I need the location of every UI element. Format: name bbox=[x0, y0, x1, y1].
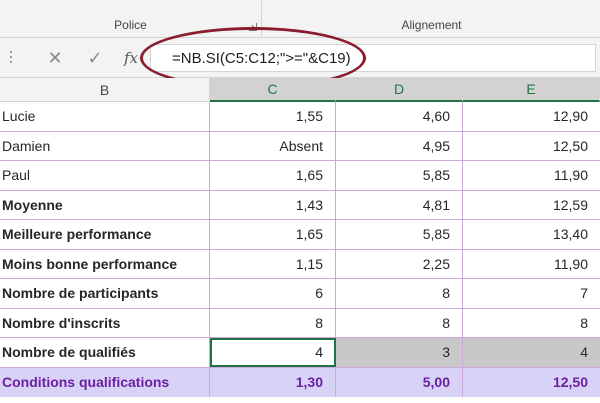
cell-label[interactable]: Lucie bbox=[0, 102, 210, 131]
selected-cell[interactable]: 4 bbox=[463, 338, 600, 367]
table-row: Nombre d'inscrits 8 8 8 bbox=[0, 308, 600, 338]
cell-c[interactable]: 8 bbox=[210, 308, 336, 337]
cell-c[interactable]: 1,30 bbox=[210, 367, 336, 397]
cell-c[interactable]: Absent bbox=[210, 131, 336, 160]
cell-d[interactable]: 4,81 bbox=[336, 190, 463, 219]
cell-e[interactable]: 8 bbox=[463, 309, 600, 338]
cell-e[interactable]: 11,90 bbox=[463, 161, 600, 190]
check-icon[interactable]: ✓ bbox=[82, 46, 108, 70]
column-header-b[interactable]: B bbox=[0, 78, 210, 102]
cell-d[interactable]: 5,85 bbox=[336, 220, 463, 249]
cell-label[interactable]: Conditions qualifications bbox=[0, 367, 210, 397]
cell-d[interactable]: 8 bbox=[336, 308, 463, 337]
table-row: Moins bonne performance 1,15 2,25 11,90 bbox=[0, 249, 600, 279]
table-row: Nombre de participants 6 8 7 bbox=[0, 279, 600, 309]
cell-label[interactable]: Nombre d'inscrits bbox=[0, 308, 210, 337]
cell-d[interactable]: 5,85 bbox=[336, 161, 463, 190]
cell-c[interactable]: 1,65 bbox=[210, 220, 336, 249]
cell-c[interactable]: 6 bbox=[210, 279, 336, 308]
formula-bar: ✕ ✓ fx =NB.SI(C5:C12;">="&C19) bbox=[0, 38, 600, 78]
table-row: Paul 1,65 5,85 11,90 bbox=[0, 161, 600, 191]
cell-d[interactable]: 4,60 bbox=[336, 102, 463, 131]
selected-cell[interactable]: 3 bbox=[336, 338, 463, 367]
cell-label[interactable]: Nombre de qualifiés bbox=[0, 338, 210, 367]
cell-label[interactable]: Meilleure performance bbox=[0, 220, 210, 249]
cell-e[interactable]: 13,40 bbox=[463, 220, 600, 249]
formula-text: =NB.SI(C5:C12;">="&C19) bbox=[172, 50, 351, 67]
grip-handle-icon[interactable] bbox=[10, 51, 13, 65]
cell-c[interactable]: 1,43 bbox=[210, 190, 336, 219]
ribbon: Police Alignement bbox=[0, 0, 600, 38]
cell-d[interactable]: 5,00 bbox=[336, 367, 463, 397]
cell-e[interactable]: 11,90 bbox=[463, 250, 600, 279]
table-row: Meilleure performance 1,65 5,85 13,40 bbox=[0, 220, 600, 250]
cell-label[interactable]: Damien bbox=[0, 131, 210, 160]
table-row: Nombre de qualifiés 4 3 4 bbox=[0, 338, 600, 368]
cell-e[interactable]: 12,59 bbox=[463, 191, 600, 220]
cell-c[interactable]: 1,15 bbox=[210, 249, 336, 278]
table-row: Conditions qualifications 1,30 5,00 12,5… bbox=[0, 367, 600, 398]
active-cell[interactable]: 4 bbox=[210, 338, 336, 367]
column-header-d[interactable]: D bbox=[336, 78, 463, 102]
column-header-c[interactable]: C bbox=[210, 78, 336, 102]
cell-c[interactable]: 1,55 bbox=[210, 102, 336, 131]
cell-e[interactable]: 12,50 bbox=[463, 132, 600, 161]
table-row: Damien Absent 4,95 12,50 bbox=[0, 131, 600, 161]
cell-label[interactable]: Moyenne bbox=[0, 190, 210, 219]
dialog-launcher-icon[interactable] bbox=[249, 23, 257, 31]
cell-e[interactable]: 7 bbox=[463, 279, 600, 308]
cell-label[interactable]: Moins bonne performance bbox=[0, 249, 210, 278]
ribbon-group-label: Alignement bbox=[401, 18, 462, 32]
spreadsheet-grid: Lucie 1,55 4,60 12,90 Damien Absent 4,95… bbox=[0, 102, 600, 397]
table-row: Lucie 1,55 4,60 12,90 bbox=[0, 102, 600, 132]
cell-label[interactable]: Paul bbox=[0, 161, 210, 190]
cell-d[interactable]: 4,95 bbox=[336, 131, 463, 160]
insert-function-icon[interactable]: fx bbox=[118, 46, 144, 70]
ribbon-group-police: Police bbox=[0, 0, 262, 38]
cell-c[interactable]: 1,65 bbox=[210, 161, 336, 190]
ribbon-group-label: Police bbox=[114, 18, 147, 32]
table-row: Moyenne 1,43 4,81 12,59 bbox=[0, 190, 600, 220]
cell-e[interactable]: 12,50 bbox=[463, 368, 600, 398]
ribbon-group-alignement: Alignement bbox=[263, 0, 600, 38]
cell-d[interactable]: 2,25 bbox=[336, 249, 463, 278]
cell-d[interactable]: 8 bbox=[336, 279, 463, 308]
cancel-icon[interactable]: ✕ bbox=[42, 46, 68, 70]
column-header-e[interactable]: E bbox=[463, 78, 600, 102]
cell-e[interactable]: 12,90 bbox=[463, 102, 600, 131]
cell-label[interactable]: Nombre de participants bbox=[0, 279, 210, 308]
